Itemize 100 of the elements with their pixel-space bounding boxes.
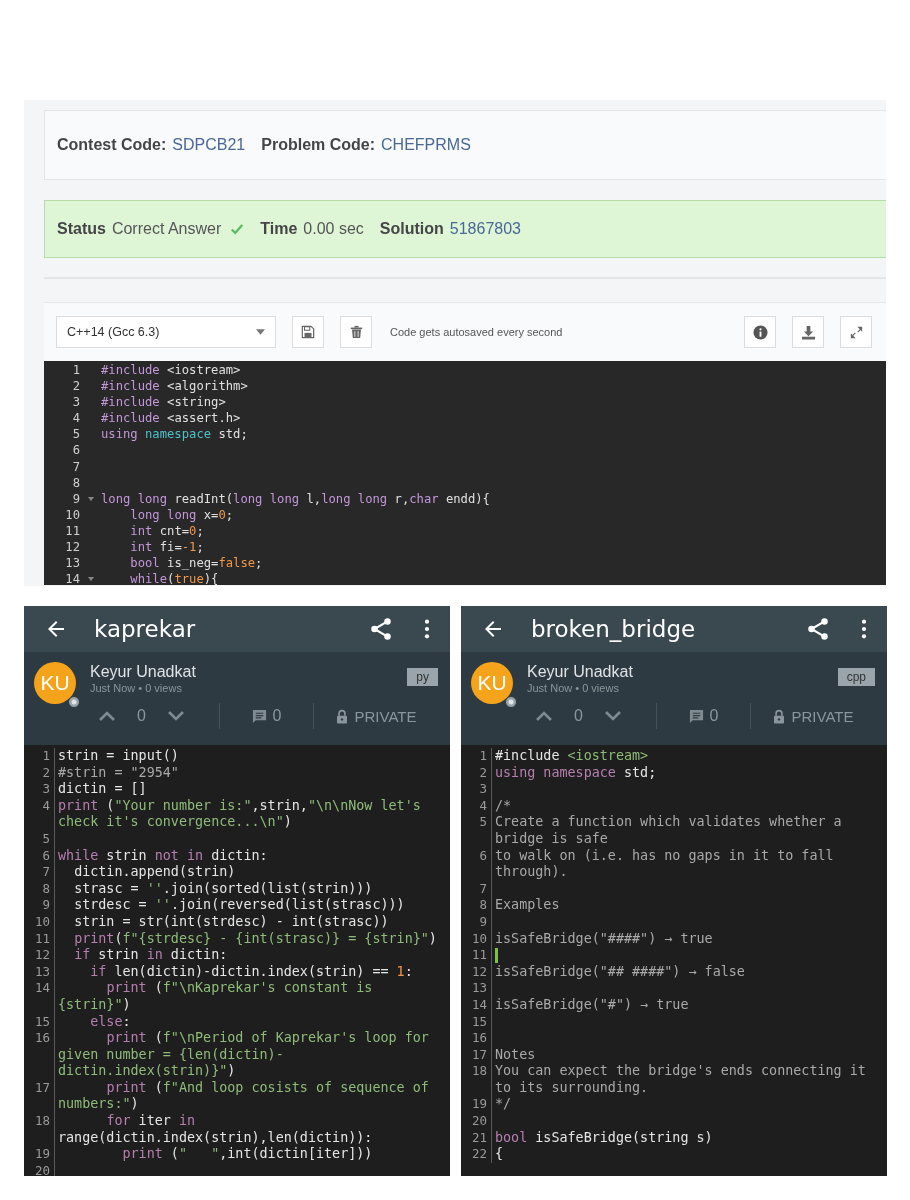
delete-button[interactable] xyxy=(340,316,372,348)
code-line: print (f"\nPeriod of Kaprekar's loop for given number = {len(dictin)-dictin.index(strin)}") xyxy=(58,1030,430,1079)
info-button[interactable] xyxy=(744,316,776,348)
download-button[interactable] xyxy=(792,316,824,348)
trash-icon xyxy=(349,325,363,339)
upvote-chevron-icon[interactable] xyxy=(536,711,553,721)
line-number: 13 xyxy=(33,963,51,981)
line-number: 5 xyxy=(41,830,51,848)
line-number: 3 xyxy=(478,781,488,798)
post-meta: Just Now • 0 views xyxy=(90,682,183,694)
line-number: 4 xyxy=(478,797,488,815)
language-dropdown[interactable]: C++14 (Gcc 6.3) xyxy=(56,316,276,348)
code-line: bool is_neg=false; xyxy=(129,555,263,572)
code-line: print ("Your number is:",strin,"\n\nNow let's check it's convergence...\n") xyxy=(58,797,422,830)
code-line: for iter in range(dictin.index(strin),len(dictin)): xyxy=(58,1113,373,1145)
code-line: print (" ",int(dictin[iter])) xyxy=(121,1146,373,1162)
fold-caret-icon[interactable] xyxy=(87,577,94,582)
line-number: 22 xyxy=(470,1146,488,1163)
language-tag: py xyxy=(407,668,438,686)
line-number: 9 xyxy=(478,913,488,931)
code-line: bool isSafeBridge(string s) xyxy=(495,1129,713,1145)
code-line: Notes xyxy=(495,1046,536,1062)
line-number: 14 xyxy=(64,571,80,585)
code-line: isSafeBridge("#") → true xyxy=(495,996,689,1012)
autosave-note: Code gets autosaved every second xyxy=(390,326,563,338)
comment-icon[interactable] xyxy=(251,708,267,724)
line-number: 19 xyxy=(33,1146,51,1163)
check-icon xyxy=(230,222,245,236)
line-number: 10 xyxy=(64,506,80,523)
line-number: 2 xyxy=(478,764,488,782)
solution-link[interactable]: 51867803 xyxy=(449,220,521,238)
line-number: 2 xyxy=(41,764,51,782)
more-menu-icon[interactable] xyxy=(861,618,867,640)
fold-caret-icon[interactable] xyxy=(87,496,94,501)
code-line: if len(dictin)-dictin.index(strin) == 1: xyxy=(89,963,413,979)
line-number: 11 xyxy=(470,947,488,964)
code-line: strdesc = ''.join(reversed(list(strasc))) xyxy=(73,897,405,913)
line-number: 1 xyxy=(41,748,51,765)
caret-icon xyxy=(256,329,265,335)
line-number: 5 xyxy=(478,814,488,832)
line-number: 9 xyxy=(41,897,51,914)
time-value: 0.00 sec xyxy=(303,220,364,238)
line-number: 14 xyxy=(470,996,488,1014)
code-line: if strin in dictin: xyxy=(73,947,228,963)
lock-icon xyxy=(335,708,348,724)
code-line: /* xyxy=(495,797,512,813)
line-number: 20 xyxy=(33,1162,51,1176)
problem-code-label: Problem Code: xyxy=(261,136,376,154)
code-line: #include <algorithm> xyxy=(101,378,248,395)
downvote-chevron-icon[interactable] xyxy=(167,711,184,721)
line-number: 3 xyxy=(71,394,80,411)
line-number: 12 xyxy=(33,947,51,964)
line-number: 14 xyxy=(33,980,51,998)
line-number: 18 xyxy=(33,1113,51,1131)
app-title: broken_bridge xyxy=(531,616,696,642)
save-button[interactable] xyxy=(292,316,324,348)
line-number: 6 xyxy=(41,847,51,865)
code-line: #include <iostream> xyxy=(495,748,649,763)
line-number: 12 xyxy=(470,963,488,981)
code-line: { xyxy=(495,1146,504,1162)
line-number: 10 xyxy=(33,913,51,931)
badge-icon xyxy=(68,696,80,708)
code-line: int fi=-1; xyxy=(129,539,204,556)
code-line: isSafeBridge("## ####") → false xyxy=(495,963,745,979)
post-meta: Just Now • 0 views xyxy=(527,682,620,694)
problem-code-link[interactable]: CHEFPRMS xyxy=(381,136,471,154)
line-number: 5 xyxy=(71,426,80,443)
line-number: 19 xyxy=(470,1096,488,1114)
contest-code-link[interactable]: SDPCB21 xyxy=(172,136,246,154)
vote-count: 0 xyxy=(137,707,146,725)
line-number: 12 xyxy=(64,539,80,556)
line-number: 3 xyxy=(41,781,51,798)
code-line: long long readInt(long long l,long long r,char endd){ xyxy=(101,490,490,507)
comment-count: 0 xyxy=(709,707,719,725)
code-line: strasc = ''.join(sorted(list(strin))) xyxy=(73,880,373,896)
fullscreen-button[interactable] xyxy=(840,316,872,348)
solution-label: Solution xyxy=(379,220,444,238)
share-icon[interactable] xyxy=(805,616,831,642)
line-number: 7 xyxy=(478,880,488,898)
code-line: to walk on (i.e. has no gaps in it to fall through). xyxy=(495,847,835,880)
download-icon xyxy=(800,324,816,340)
language-tag: cpp xyxy=(837,668,875,686)
code-line: Examples xyxy=(495,897,560,913)
code-editor[interactable] xyxy=(44,361,886,585)
line-number: 10 xyxy=(470,930,488,948)
status-label: Status xyxy=(57,220,106,238)
code-line: print (f"\nKaprekar's constant is {strin}") xyxy=(58,980,374,1012)
line-number: 20 xyxy=(470,1113,488,1130)
line-number: 18 xyxy=(470,1063,488,1081)
code-line: #include <iostream> xyxy=(101,362,241,379)
share-icon[interactable] xyxy=(368,616,394,642)
upvote-chevron-icon[interactable] xyxy=(99,711,116,721)
code-line: int cnt=0; xyxy=(129,522,204,540)
comment-icon[interactable] xyxy=(688,708,704,724)
code-line: strin = str(int(strdesc) - int(strasc)) xyxy=(73,913,389,929)
status-text: Correct Answer xyxy=(111,220,222,238)
more-menu-icon[interactable] xyxy=(424,618,430,640)
line-number: 6 xyxy=(478,847,488,865)
line-number: 17 xyxy=(33,1079,51,1097)
downvote-chevron-icon[interactable] xyxy=(604,711,621,721)
